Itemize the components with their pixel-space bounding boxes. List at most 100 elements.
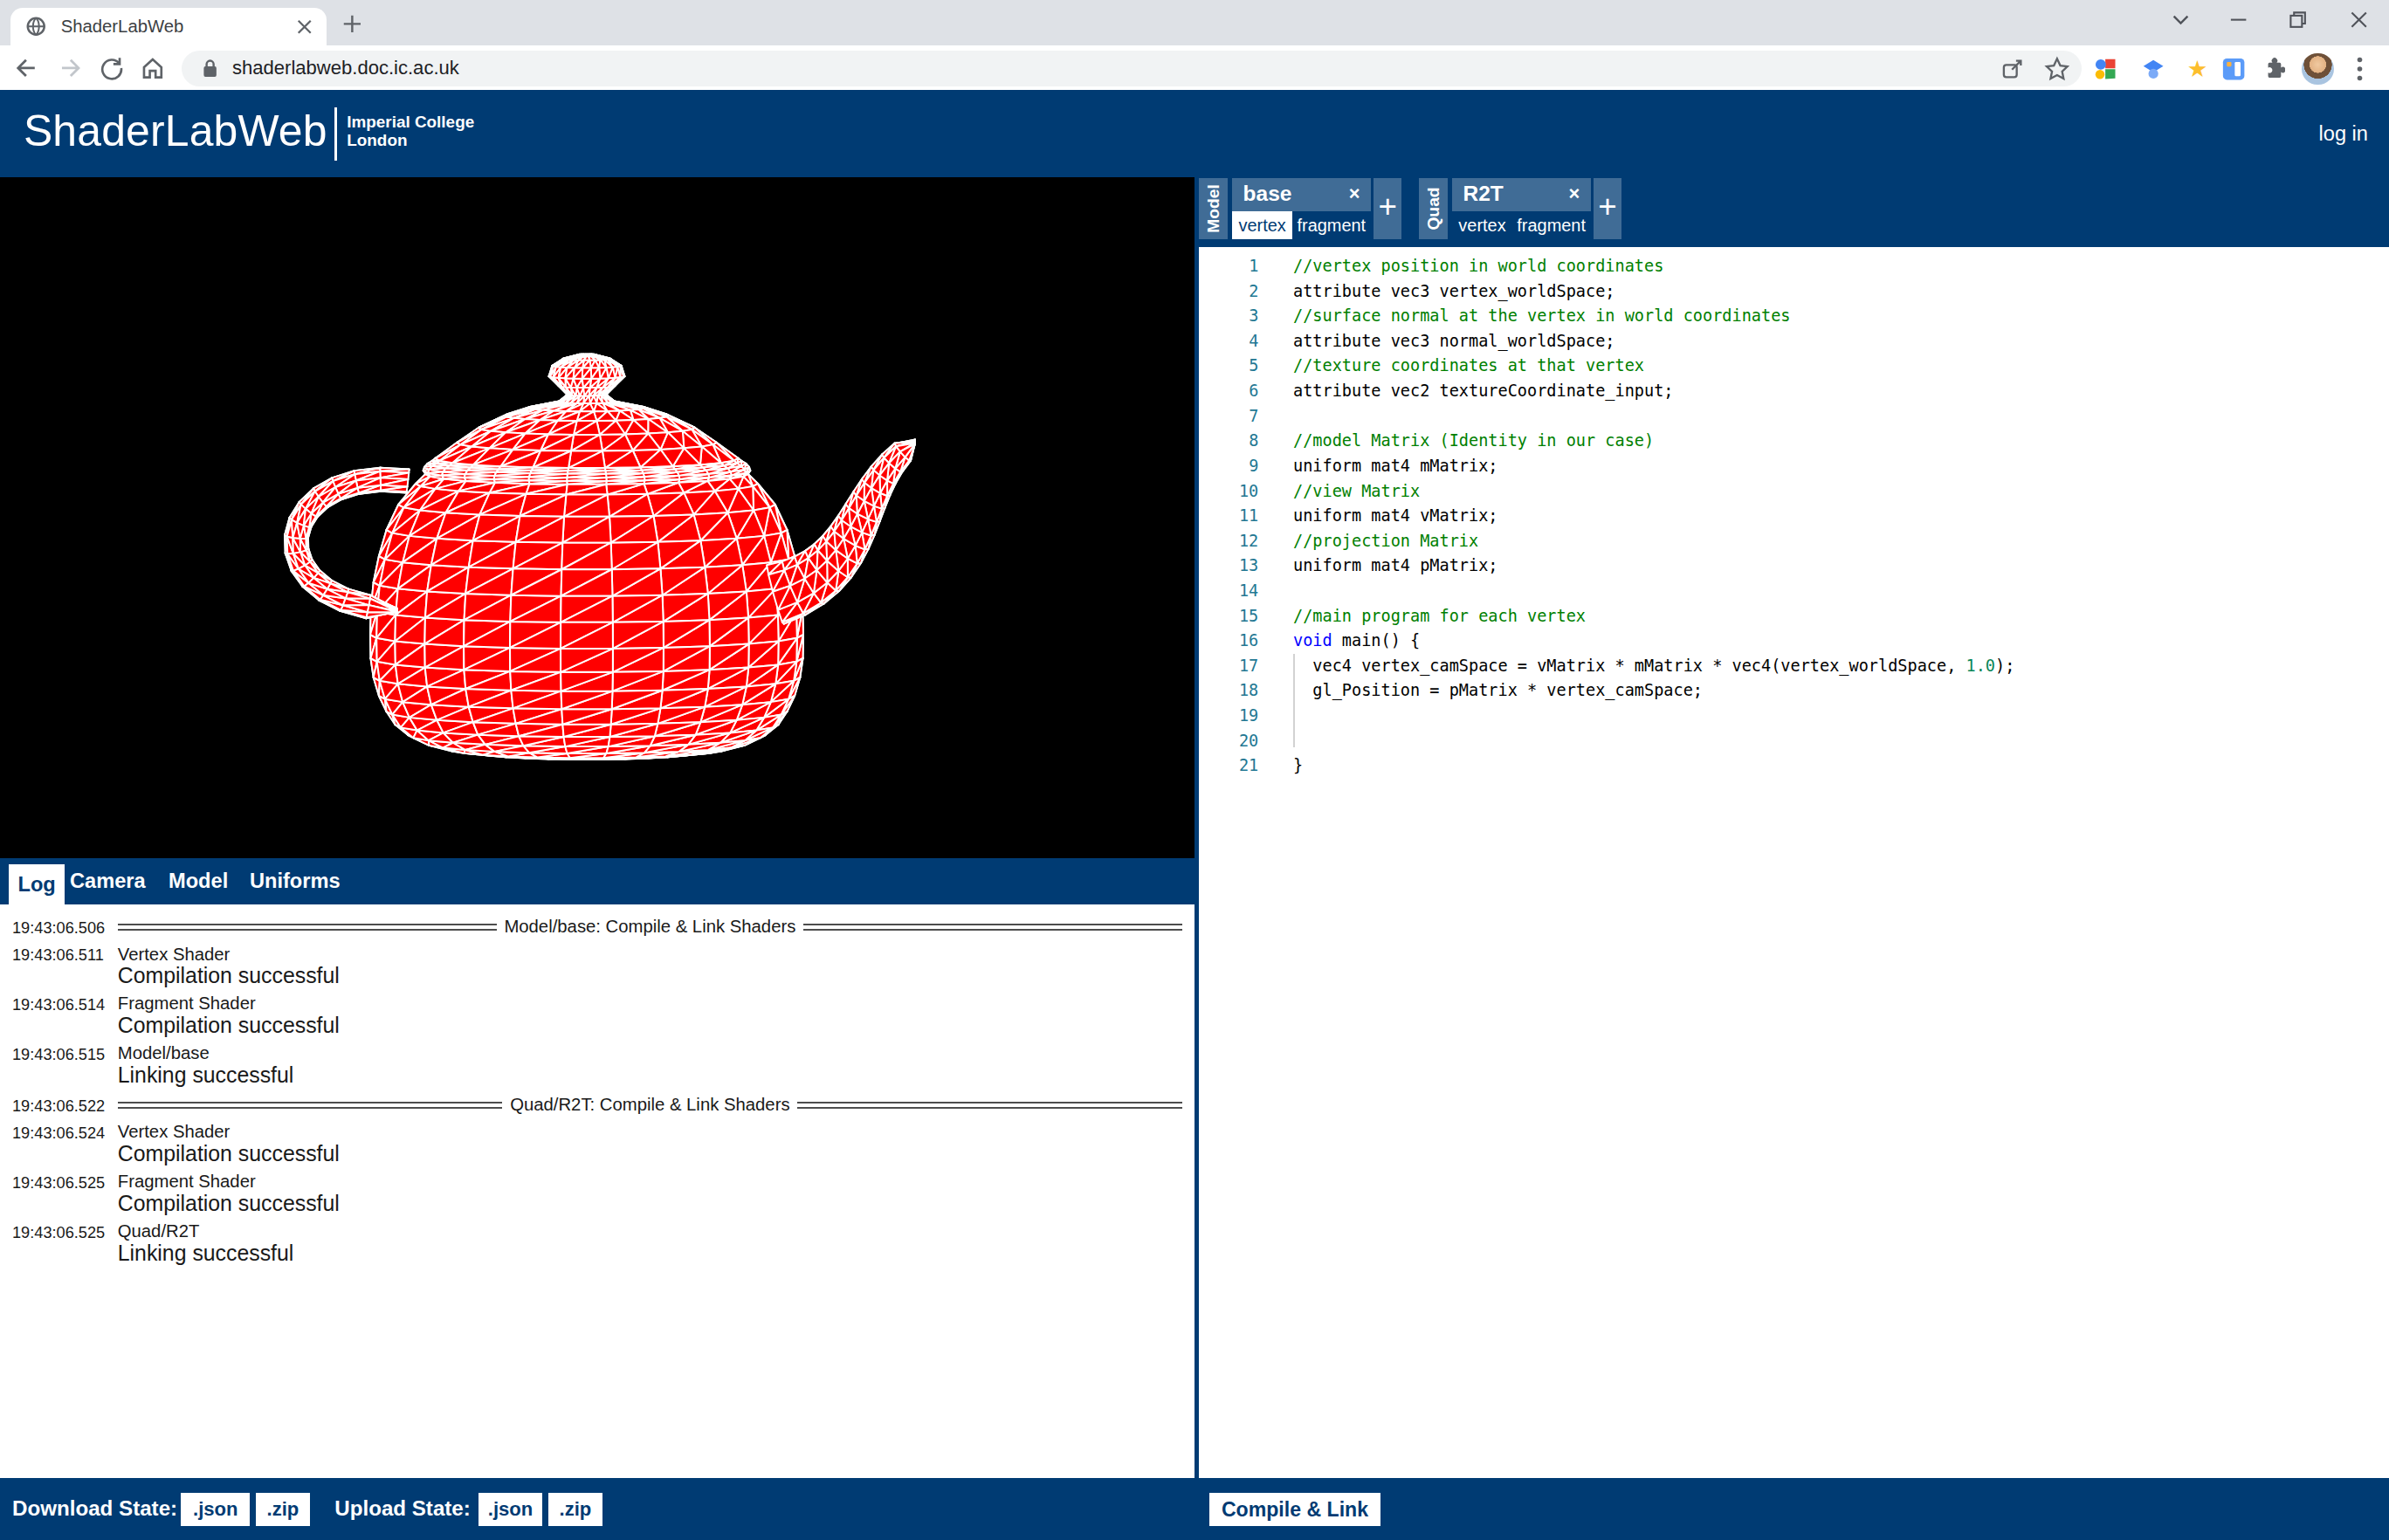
log-timestamp: 19:43:06.524 (12, 1122, 118, 1165)
browser-tabstrip: ShaderLabWeb (0, 0, 2389, 45)
shader-tab-title: base (1243, 182, 1292, 206)
line-number: 17 (1199, 654, 1258, 679)
line-number: 14 (1199, 579, 1258, 604)
subtab-base-fragment[interactable]: fragment (1292, 211, 1371, 239)
window-chevron-button[interactable] (2151, 0, 2210, 40)
line-number: 18 (1199, 678, 1258, 704)
browser-tab[interactable]: ShaderLabWeb (10, 8, 327, 45)
header-divider (334, 107, 336, 161)
log-entry-text: Compilation successful (118, 1143, 340, 1165)
log-timestamp: 19:43:06.525 (12, 1172, 118, 1214)
line-number: 7 (1199, 404, 1258, 430)
code-line: 10//view Matrix (1199, 479, 2389, 505)
logo-line1: Imperial College (347, 113, 474, 131)
scholar-extension-icon[interactable] (2137, 52, 2171, 86)
profile-avatar[interactable] (2302, 52, 2336, 86)
log-entry-text: Linking successful (118, 1064, 294, 1086)
window-restore-button[interactable] (2269, 0, 2328, 40)
subtab-r2t-fragment[interactable]: fragment (1512, 211, 1591, 239)
log-separator-label: Quad/R2T: Compile & Link Shaders (510, 1095, 789, 1115)
panel-tab-model[interactable]: Model (169, 858, 228, 904)
line-number: 3 (1199, 304, 1258, 329)
add-shader-button[interactable]: + (1594, 178, 1621, 240)
line-number: 6 (1199, 379, 1258, 404)
forward-button[interactable] (54, 52, 86, 85)
add-shader-button[interactable]: + (1374, 178, 1401, 240)
tab-close-icon[interactable] (294, 17, 314, 38)
bookmark-star-icon[interactable] (2040, 52, 2074, 86)
panel-tab-camera[interactable]: Camera (70, 858, 146, 904)
download-zip-button[interactable]: .zip (256, 1493, 309, 1527)
logo-line2: London (347, 131, 474, 149)
webgl-viewport[interactable] (0, 177, 1194, 858)
line-number: 13 (1199, 553, 1258, 579)
shader-tab-base[interactable]: base × (1232, 178, 1370, 211)
line-number: 1 (1199, 254, 1258, 279)
code-line: 11uniform mat4 vMatrix; (1199, 504, 2389, 529)
log-entry-title: Model/base (118, 1043, 294, 1064)
line-number: 4 (1199, 329, 1258, 354)
shader-tab-title: R2T (1463, 182, 1503, 206)
back-button[interactable] (10, 52, 42, 85)
log-timestamp: 19:43:06.506 (12, 917, 118, 938)
url-text: shaderlabweb.doc.ic.ac.uk (232, 57, 459, 79)
code-editor[interactable]: 1//vertex position in world coordinates2… (1199, 247, 2389, 1482)
menu-kebab-icon[interactable] (2343, 52, 2377, 86)
code-line: 21} (1199, 753, 2389, 779)
shader-tab-r2t[interactable]: R2T × (1452, 178, 1590, 211)
download-state-label: Download State: (12, 1496, 177, 1521)
log-timestamp: 19:43:06.515 (12, 1043, 118, 1086)
share-icon[interactable] (1996, 52, 2030, 86)
indent-guide (1293, 654, 1295, 747)
editor-group-model[interactable]: Model (1199, 178, 1228, 240)
shader-tab-close-icon[interactable]: × (1569, 182, 1580, 205)
code-line: 12//projection Matrix (1199, 529, 2389, 554)
subtab-r2t-vertex[interactable]: vertex (1452, 211, 1512, 239)
line-number: 2 (1199, 279, 1258, 305)
lock-icon[interactable] (202, 58, 218, 79)
code-line: 18 gl_Position = pMatrix * vertex_camSpa… (1199, 678, 2389, 704)
log-content: 19:43:06.506 Model/base: Compile & Link S… (0, 904, 1194, 1482)
home-button[interactable] (137, 52, 169, 85)
reload-button[interactable] (95, 52, 127, 85)
browser-toolbar: shaderlabweb.doc.ic.ac.uk ★ (0, 45, 2389, 90)
editor-group-quad[interactable]: Quad (1419, 178, 1448, 240)
address-bar[interactable]: shaderlabweb.doc.ic.ac.uk (182, 51, 2081, 86)
log-entry-title: Fragment Shader (118, 1172, 340, 1193)
log-separator: 19:43:06.506 Model/base: Compile & Link S… (12, 917, 1182, 938)
panel-tab-log[interactable]: Log (9, 864, 65, 911)
code-line: 15//main program for each vertex (1199, 604, 2389, 629)
code-line: 3//surface normal at the vertex in world… (1199, 304, 2389, 329)
app-header: ShaderLabWeb Imperial College London log… (0, 90, 2389, 177)
panel-tab-uniforms[interactable]: Uniforms (250, 858, 341, 904)
panel-tabbar: LogCameraModelUniforms (0, 858, 1194, 904)
upload-json-button[interactable]: .json (478, 1493, 543, 1527)
log-entry-text: Compilation successful (118, 1193, 340, 1214)
compile-link-button[interactable]: Compile & Link (1209, 1493, 1380, 1527)
log-entry-title: Quad/R2T (118, 1221, 294, 1242)
upload-zip-button[interactable]: .zip (548, 1493, 602, 1527)
subtab-base-vertex[interactable]: vertex (1232, 211, 1292, 239)
new-tab-button[interactable] (340, 10, 366, 37)
star-extension-icon[interactable]: ★ (2180, 52, 2214, 86)
editor-tabstrip: Modelbase×vertexfragment+QuadR2T×vertexf… (1199, 177, 2389, 247)
line-number: 16 (1199, 629, 1258, 654)
log-separator-label: Model/base: Compile & Link Shaders (504, 917, 795, 937)
google-extension-icon[interactable] (2089, 52, 2123, 86)
log-timestamp: 19:43:06.522 (12, 1095, 118, 1116)
code-line: 5//texture coordinates at that vertex (1199, 354, 2389, 379)
window-minimize-button[interactable] (2210, 0, 2269, 40)
code-line: 20 (1199, 729, 2389, 754)
download-json-button[interactable]: .json (181, 1493, 250, 1527)
tabs-extension-icon[interactable] (2217, 52, 2251, 86)
imperial-college-logo: Imperial College London (347, 113, 474, 150)
puzzle-extension-icon[interactable] (2257, 52, 2291, 86)
shader-tab-close-icon[interactable]: × (1349, 182, 1360, 205)
window-close-button[interactable] (2330, 0, 2389, 40)
log-entry: 19:43:06.515Model/baseLinking successful (12, 1043, 1182, 1086)
login-link[interactable]: log in (2319, 122, 2368, 146)
teapot-canvas[interactable] (0, 177, 1194, 858)
code-line: 6attribute vec2 textureCoordinate_input; (1199, 379, 2389, 404)
line-number: 15 (1199, 604, 1258, 629)
footer-bar: Download State: .json .zip Upload State:… (0, 1478, 2389, 1540)
